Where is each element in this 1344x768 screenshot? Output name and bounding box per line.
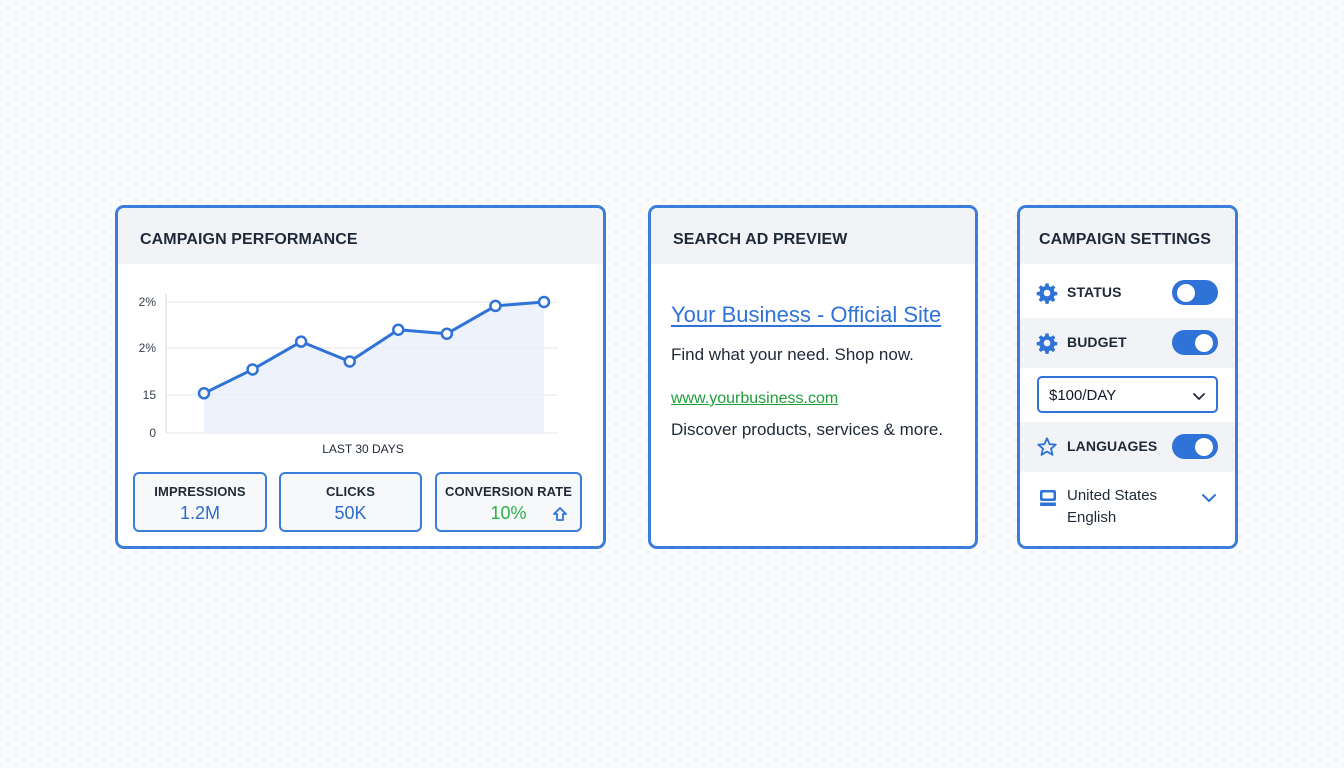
chart-data-point (392, 323, 405, 336)
y-tick-label: 0 (149, 426, 156, 440)
budget-select[interactable]: $100/DAY (1037, 376, 1218, 413)
clicks-value: 50K (334, 503, 367, 523)
chart-data-point (489, 299, 502, 313)
languages-setting-row: LANGUAGES (1020, 422, 1235, 472)
toggle-knob (1195, 334, 1213, 352)
clicks-label: CLICKS (326, 484, 375, 499)
ad-description-2: Discover products, services & more. (671, 420, 944, 439)
status-setting-row: STATUS (1020, 268, 1235, 318)
locale-selector[interactable]: United States English (1020, 478, 1235, 544)
y-tick-label: 2% (139, 295, 157, 309)
campaign-settings-card: CAMPAIGN SETTINGS STATUS BUDGET $100/DAY… (1017, 205, 1238, 549)
conversion-rate-stat: CONVERSION RATE 10% (435, 472, 582, 532)
chart-data-point (197, 387, 211, 400)
gear-icon (1036, 283, 1058, 304)
languages-toggle[interactable] (1172, 434, 1218, 459)
impressions-value: 1.2M (179, 503, 221, 523)
trend-up-icon (553, 507, 567, 521)
search-ad-preview-card: SEARCH AD PREVIEW Your Business - Offici… (648, 205, 978, 549)
ad-display-url[interactable]: www.yourbusiness.com (671, 390, 838, 408)
chevron-down-icon (1193, 393, 1205, 400)
chevron-down-icon (1202, 494, 1216, 502)
conversion-rate-label: CONVERSION RATE (445, 484, 572, 499)
chart-x-axis-label: LAST 30 DAYS (322, 442, 404, 456)
status-label: STATUS (1067, 284, 1122, 300)
star-icon (1037, 437, 1057, 456)
campaign-performance-title: CAMPAIGN PERFORMANCE (118, 208, 603, 264)
ad-description: Find what your need. Shop now. (671, 345, 914, 364)
locale-language: English (1067, 509, 1117, 526)
campaign-performance-card: CAMPAIGN PERFORMANCE 0 15 2% 2% LAST 30 DAY… (115, 205, 606, 549)
campaign-settings-title: CAMPAIGN SETTINGS (1020, 208, 1235, 264)
chart-data-point (440, 327, 454, 340)
impressions-label: IMPRESSIONS (154, 484, 246, 499)
status-toggle[interactable] (1172, 280, 1218, 305)
toggle-knob (1195, 438, 1213, 456)
y-tick-label: 2% (139, 341, 157, 355)
budget-select-value: $100/DAY (1049, 387, 1117, 404)
search-ad-preview-title: SEARCH AD PREVIEW (651, 208, 975, 264)
budget-toggle[interactable] (1172, 330, 1218, 355)
performance-line-chart: 0 15 2% 2% LAST 30 DAYS (139, 294, 558, 456)
y-tick-label: 15 (143, 388, 157, 402)
chart-data-point (343, 355, 356, 368)
chart-data-point (246, 363, 259, 376)
impressions-stat: IMPRESSIONS 1.2M (133, 472, 267, 532)
computer-icon (1040, 490, 1056, 506)
budget-label: BUDGET (1067, 334, 1127, 350)
budget-setting-row: BUDGET (1020, 318, 1235, 368)
chart-data-point (537, 295, 551, 309)
gear-icon (1036, 333, 1058, 354)
toggle-knob (1177, 284, 1195, 302)
languages-label: LANGUAGES (1067, 438, 1158, 454)
ad-headline-link[interactable]: Your Business - Official Site (671, 302, 941, 328)
locale-country: United States (1067, 487, 1158, 504)
chart-data-point (294, 335, 308, 348)
clicks-stat: CLICKS 50K (279, 472, 422, 532)
